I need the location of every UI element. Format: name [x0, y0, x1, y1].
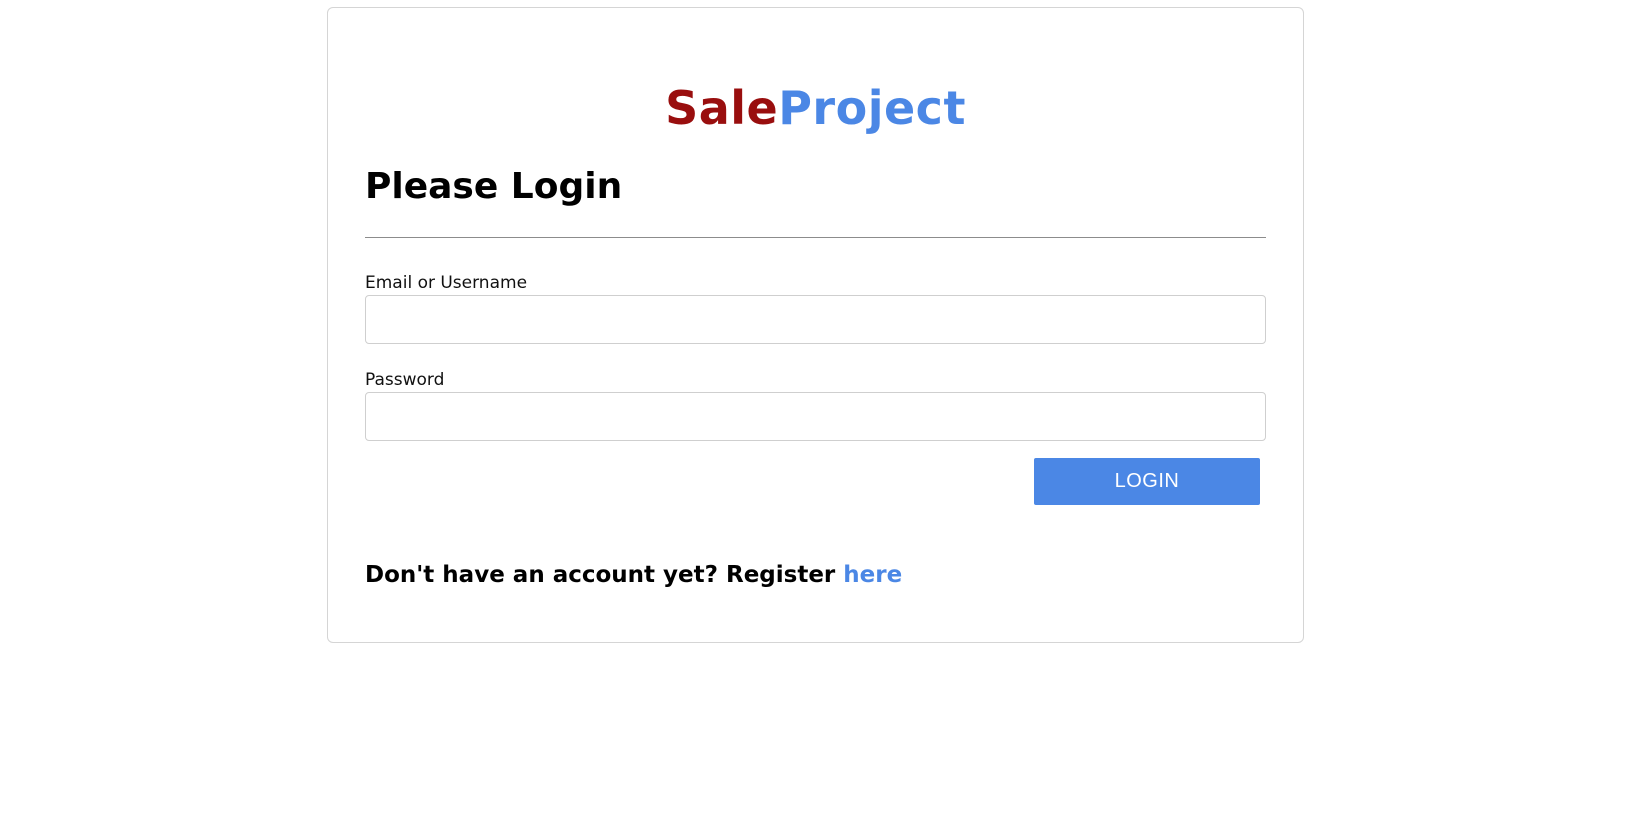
register-prompt-text: Don't have an account yet? Register: [365, 562, 844, 588]
email-field[interactable]: [365, 295, 1266, 344]
brand-logo: SaleProject: [328, 80, 1303, 136]
login-button[interactable]: LOGIN: [1034, 458, 1260, 505]
email-field-label: Email or Username: [365, 273, 528, 293]
password-field-label: Password: [365, 370, 445, 390]
login-card: SaleProject Please Login Email or Userna…: [327, 7, 1304, 643]
register-prompt: Don't have an account yet? Register here: [365, 560, 902, 590]
register-link[interactable]: here: [843, 562, 902, 588]
brand-logo-part-sale: Sale: [665, 81, 779, 135]
brand-logo-part-project: Project: [778, 81, 966, 135]
page-title: Please Login: [365, 166, 623, 207]
title-divider: [365, 237, 1266, 238]
password-field[interactable]: [365, 392, 1266, 441]
